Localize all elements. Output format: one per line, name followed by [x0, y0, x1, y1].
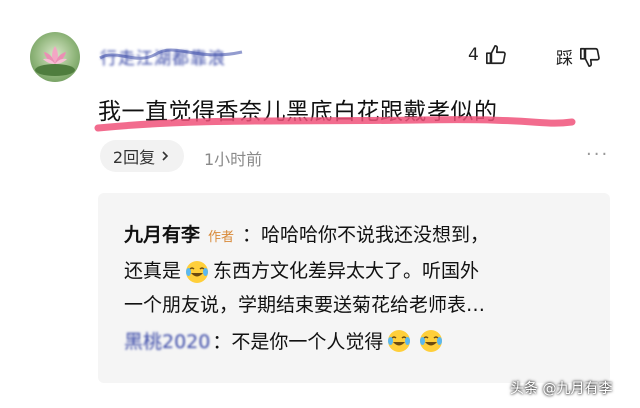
view-replies-button[interactable]: 2回复: [100, 140, 184, 172]
dislike-button[interactable]: 踩: [556, 44, 601, 69]
laughing-cry-emoji-icon: [388, 329, 411, 352]
dislike-label: 踩: [556, 49, 573, 69]
reply-count-label: 2回复: [112, 148, 156, 167]
reply-text-line2-prefix: 还真是: [124, 260, 182, 282]
sub-reply-text: ：不是你一个人觉得: [212, 331, 384, 353]
reply-author-line: 九月有李 作者 ：哈哈哈你不说我还没想到，: [124, 220, 489, 247]
like-count: 4: [468, 45, 479, 65]
author-badge: 作者: [208, 230, 235, 245]
user-avatar[interactable]: [30, 32, 80, 82]
reply-author-name[interactable]: 九月有李: [124, 224, 200, 246]
like-button[interactable]: 4: [468, 44, 507, 66]
sub-reply-username[interactable]: 黑桃2020: [124, 327, 210, 354]
reply-text-line2-suffix: 东西方文化差异太大了。听国外: [213, 260, 480, 282]
comment-text: 我一直觉得香奈儿黑底白花跟戴孝似的: [98, 99, 498, 125]
sub-reply-line: 黑桃2020 ：不是你一个人觉得: [124, 327, 447, 354]
watermark: 头条 @九月有李: [510, 381, 613, 397]
reply-line2: 还真是 东西方文化差异太大了。听国外: [124, 256, 479, 284]
username-redaction-scribble: [99, 48, 243, 60]
more-options-button[interactable]: ···: [586, 144, 609, 165]
comment-timestamp: 1小时前: [204, 150, 263, 169]
chevron-right-icon: [162, 151, 169, 161]
reply-text-line1: ：哈哈哈你不说我还没想到，: [242, 224, 490, 246]
thumbs-down-icon: [580, 47, 600, 67]
reply-text-line3: 一个朋友说，学期结束要送菊花给老师表…: [124, 294, 486, 316]
lotus-icon: [35, 46, 75, 76]
laughing-cry-emoji-icon: [420, 329, 443, 352]
thumbs-up-icon: [485, 45, 506, 65]
laughing-cry-emoji-icon: [186, 260, 209, 283]
